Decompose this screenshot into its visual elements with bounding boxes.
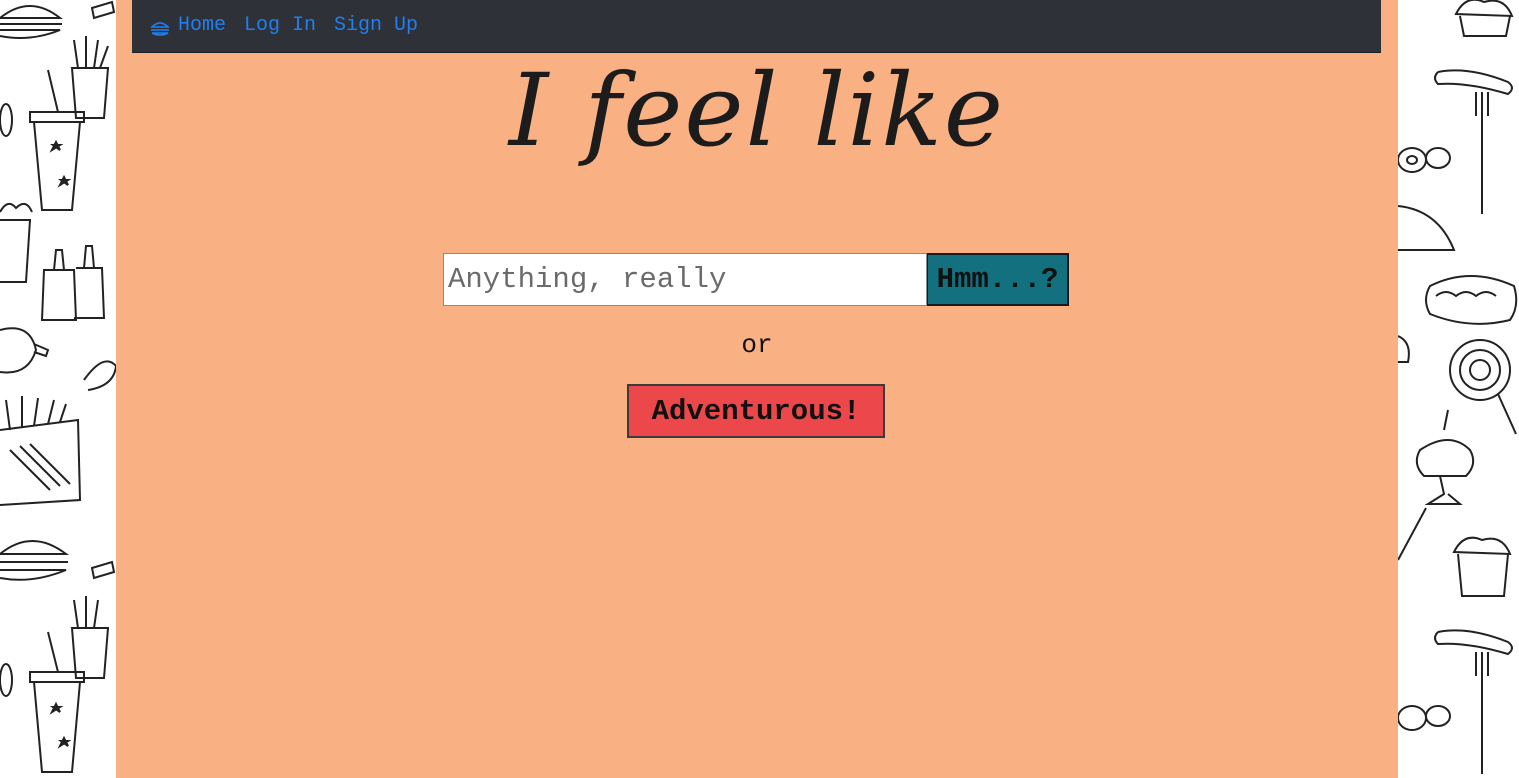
main-panel: Home Log In Sign Up I feel like Hmm...? … [116, 0, 1398, 778]
food-doodle-illustration [0, 0, 116, 773]
food-doodle-illustration [1398, 0, 1518, 774]
page-title: I feel like [508, 52, 1006, 169]
hmm-search-button[interactable]: Hmm...? [927, 253, 1069, 306]
nav-home-link[interactable]: Home [150, 16, 226, 37]
nav-home-label: Home [178, 14, 227, 37]
craving-search-input[interactable] [443, 253, 927, 306]
nav-login-link[interactable]: Log In [244, 16, 316, 36]
top-navbar: Home Log In Sign Up [132, 0, 1381, 53]
search-form: Hmm...? [443, 253, 1069, 306]
burger-icon [150, 19, 170, 37]
adventurous-button[interactable]: Adventurous! [627, 384, 885, 438]
food-doodle-pattern-right [1398, 0, 1519, 778]
or-divider-text: or [741, 330, 773, 360]
nav-signup-link[interactable]: Sign Up [334, 16, 418, 36]
food-doodle-pattern-left [0, 0, 116, 778]
